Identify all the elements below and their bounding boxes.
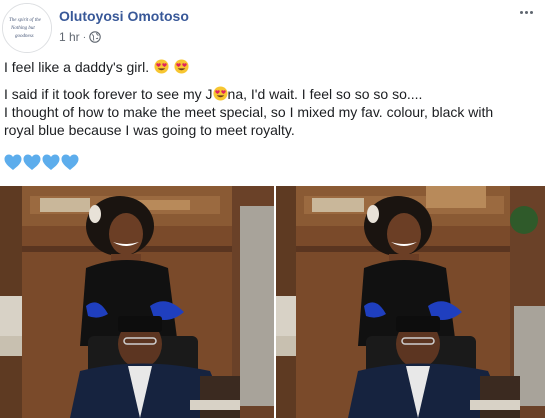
globe-icon[interactable] (89, 31, 101, 43)
avatar-image: The spirit of the Nothing but goodness (3, 4, 51, 52)
blue-heart-icon (4, 154, 22, 170)
post-line-1-text: I feel like a daddy's girl. (4, 59, 150, 75)
photo-right[interactable] (276, 186, 545, 418)
post-line-2-start: I said if it took forever to see my J (4, 86, 213, 102)
more-options-icon[interactable] (515, 4, 537, 20)
post-line-2-end: na, I'd wait. I feel so so so so.... (227, 86, 423, 102)
photo-left[interactable] (0, 186, 274, 418)
post-line-2: I said if it took forever to see my J na… (4, 85, 422, 103)
post-time[interactable]: 1 hr (59, 30, 80, 44)
heart-eyes-emoji-icon (174, 59, 189, 74)
heart-eyes-emoji-icon (154, 59, 169, 74)
avatar-text-line-2: Nothing but (10, 26, 35, 31)
post-line-1: I feel like a daddy's girl. (4, 58, 189, 76)
post-header: The spirit of the Nothing but goodness O… (0, 0, 545, 56)
meta-separator: · (82, 31, 87, 43)
post-line-4: royal blue because I was going to meet r… (4, 122, 295, 138)
photo-grid (0, 186, 545, 418)
post-meta: 1 hr · (59, 30, 101, 44)
blue-hearts-row (4, 154, 79, 171)
blue-heart-icon (23, 154, 41, 170)
more-dot (519, 10, 523, 14)
more-dot (524, 10, 528, 14)
avatar-text-line-3: goodness (15, 34, 34, 39)
author-name[interactable]: Olutoyosi Omotoso (59, 8, 189, 24)
office-photo-image (0, 186, 274, 418)
blue-heart-icon (42, 154, 60, 170)
blue-heart-icon (61, 154, 79, 170)
office-photo-image (276, 186, 545, 418)
more-dot (529, 10, 533, 14)
post-line-3: I thought of how to make the meet specia… (4, 104, 494, 120)
avatar[interactable]: The spirit of the Nothing but goodness (2, 3, 52, 53)
avatar-text-line-1: The spirit of the (9, 18, 42, 23)
heart-eyes-emoji-icon (213, 86, 228, 101)
